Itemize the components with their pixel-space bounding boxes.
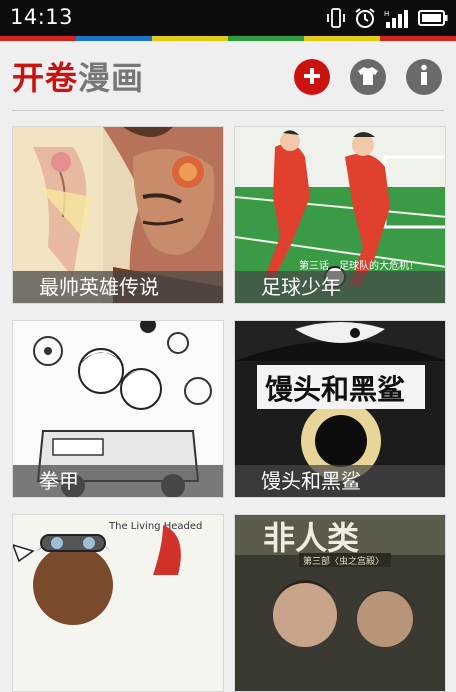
- comic-title: 拳甲: [13, 465, 223, 497]
- cover-subtitle: 第三部〈虫之宫殿〉: [303, 555, 384, 567]
- info-icon: [418, 63, 430, 92]
- comic-cover: The Living Headed: [13, 515, 223, 691]
- battery-icon: [418, 9, 448, 27]
- logo-grey-text: 漫画: [78, 59, 145, 97]
- plus-icon: [302, 63, 322, 92]
- comic-card[interactable]: 馒头和黑鲨 馒头和黑鲨: [234, 320, 446, 498]
- comic-card[interactable]: The Living Headed: [12, 514, 224, 692]
- status-time: 14:13: [10, 5, 74, 29]
- comic-card[interactable]: 非人类 第三部〈虫之宫殿〉: [234, 514, 446, 692]
- comic-title: 最帅英雄传说: [13, 271, 223, 303]
- comic-card[interactable]: 拳甲: [12, 320, 224, 498]
- signal-icon: H: [384, 8, 410, 28]
- vibrate-icon: [326, 7, 346, 29]
- comic-title: 足球少年: [235, 271, 445, 303]
- cover-title: 非人类: [263, 519, 359, 557]
- status-bar: 14:13 H: [0, 0, 456, 36]
- header-actions: [294, 59, 442, 95]
- app-bar: 开卷 漫画: [0, 41, 456, 113]
- cover-title: 馒头和黑鲨: [265, 373, 405, 406]
- header-divider: [12, 110, 444, 111]
- app-logo: 开卷 漫画: [12, 56, 145, 97]
- comic-title: 馒头和黑鲨: [235, 465, 445, 497]
- comic-cover: 非人类 第三部〈虫之宫殿〉: [235, 515, 445, 691]
- comic-card[interactable]: 最帅英雄传说: [12, 126, 224, 304]
- info-button[interactable]: [406, 59, 442, 95]
- status-icons: H: [326, 6, 448, 30]
- alarm-icon: [354, 7, 376, 29]
- cover-subtitle: The Living Headed: [108, 521, 202, 532]
- add-button[interactable]: [294, 59, 330, 95]
- logo-red-text: 开卷: [12, 59, 79, 97]
- svg-text:H: H: [384, 10, 389, 18]
- comic-card[interactable]: 第三话 足球队的大危机！ 足球少年: [234, 126, 446, 304]
- theme-button[interactable]: [350, 59, 386, 95]
- tshirt-icon: [357, 63, 379, 92]
